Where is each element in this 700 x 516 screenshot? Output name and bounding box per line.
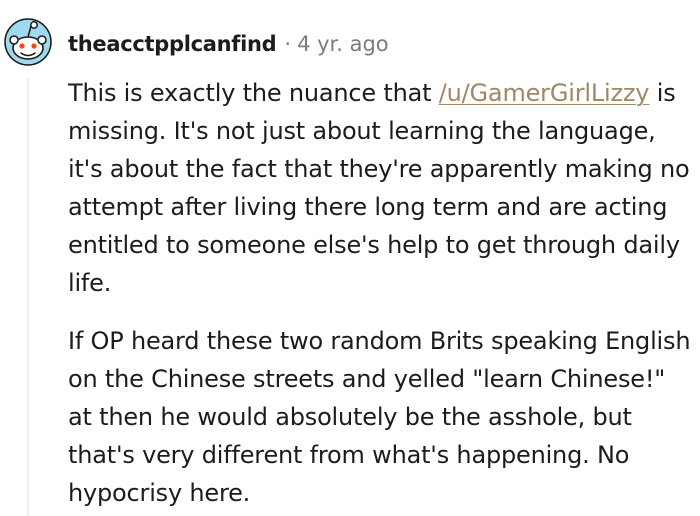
paragraph-text: is missing. It's not just about learning… <box>68 79 690 297</box>
comment-meta: theacctpplcanfind · 4 yr. ago <box>68 31 389 57</box>
comment-paragraph: This is exactly the nuance that /u/Gamer… <box>68 74 693 302</box>
meta-separator: · <box>284 32 292 56</box>
timestamp[interactable]: 4 yr. ago <box>297 32 389 56</box>
username-link[interactable]: theacctpplcanfind <box>68 32 277 56</box>
reddit-snoo-icon[interactable] <box>4 18 52 66</box>
comment-body: This is exactly the nuance that /u/Gamer… <box>68 74 693 516</box>
user-mention-link[interactable]: /u/GamerGirlLizzy <box>439 79 650 107</box>
comment-paragraph: If OP heard these two random Brits speak… <box>68 327 691 507</box>
comment: theacctpplcanfind · 4 yr. ago This is exac… <box>0 0 700 516</box>
paragraph-text: This is exactly the nuance that <box>68 79 439 107</box>
thread-collapse-line[interactable] <box>27 78 29 516</box>
